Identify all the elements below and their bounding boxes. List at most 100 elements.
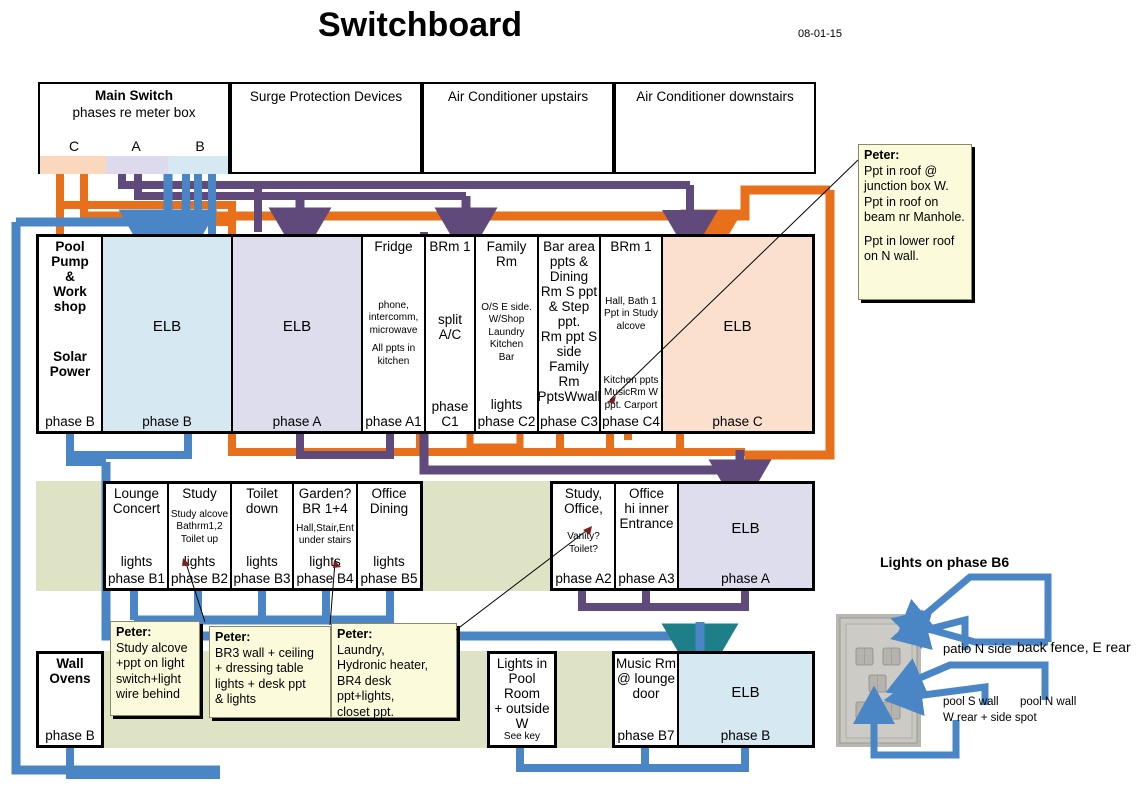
cell-body: [539, 404, 599, 414]
phase-label: phase C2: [477, 414, 536, 429]
phase-label: phase A1: [365, 414, 422, 429]
elb-label: ELB: [731, 520, 760, 537]
row3-music-cells: Music Rm @ lounge door phase B7 ELB phase B: [614, 653, 813, 746]
cell-body: phone, intercomm, microwave All ppts in kitc…: [368, 299, 419, 367]
switchboard-diagram: Switchboard 08-01-15 Main Switch phases …: [0, 0, 1140, 789]
ac-downstairs-label: Air Conditioner downstairs: [636, 89, 794, 104]
cell-body: Vanity? Toilet?: [567, 531, 600, 555]
phase-label: phase A: [272, 414, 322, 429]
cell-subfooter: lights: [120, 554, 153, 569]
cell-heading: Music Rm @ lounge door: [616, 656, 676, 701]
row3-poolroom-cell: Lights inPool Room+ outside WSee key phas…: [489, 653, 555, 746]
note-study: Peter: Study alcove +ppt on light switch+li…: [110, 621, 200, 716]
callout-pool-n-wall: pool N wall: [1020, 696, 1077, 708]
elb-label: ELB: [282, 318, 312, 335]
phase-label: phase B5: [360, 571, 418, 586]
circuit-cell: BRm 1 Hall, Bath 1 Ppt in Study alcove Kitch…: [600, 236, 662, 432]
note-laundry: Peter: Laundry, Hydronic heater, BR4 desk p…: [331, 623, 457, 719]
circuit-cell: ELB phase A: [232, 236, 362, 432]
phase-label: phase B3: [233, 571, 291, 586]
cell-heading: Office hi inner Entrance: [619, 486, 674, 531]
circuit-cell: Toilet down lights phase B3: [231, 483, 293, 589]
circuit-cell: Office hi inner Entrance phase A3: [615, 483, 678, 589]
phase-label: phase A3: [618, 571, 675, 586]
phase-letter-a: A: [131, 138, 141, 154]
circuit-cell: Garden? BR 1+4 Hall,Stair,Ent under stairs l…: [293, 483, 357, 589]
circuit-cell: Pool Pump & Work shop Solar Power phase B: [38, 236, 102, 432]
lights-panel-arrows: [853, 573, 1052, 759]
cell-body: [358, 516, 420, 554]
callout-w-rear: W rear + side spot: [943, 712, 1037, 724]
phase-strip-c: [40, 156, 106, 174]
cell-heading: Fridge: [374, 239, 413, 254]
circuit-cell: ELB phase C: [662, 236, 813, 432]
elb-label: ELB: [152, 318, 182, 335]
circuit-cell: Study, Office, Vanity? Toilet? phase A2: [552, 483, 615, 589]
cell-heading: Study: [182, 486, 217, 501]
cell-heading: Study, Office,: [564, 486, 603, 516]
phase-letter-c: C: [68, 138, 80, 154]
cell-body: [106, 516, 167, 554]
circuit-cell: ELB phase B: [102, 236, 232, 432]
phase-label: phase B7: [617, 728, 675, 743]
cell-subfooter: lights: [490, 397, 523, 412]
circuit-cell: Music Rm @ lounge door phase B7: [614, 653, 678, 746]
cell-body: [615, 701, 677, 728]
phase-strip-b: [168, 156, 228, 174]
note-br3: Peter: BR3 wall + ceiling + dressing table…: [209, 626, 331, 718]
phase-label: phase A2: [555, 571, 612, 586]
phase-label: phase C: [712, 414, 763, 429]
phase-label: phase B1: [107, 571, 166, 586]
circuit-cell: Lights inPool Room+ outside WSee key phas…: [489, 653, 555, 746]
circuit-cell: Bar area ppts & Dining Rm S ppt & Step ppt. Rm…: [538, 236, 600, 432]
callout-back-fence: back fence, E rear: [1017, 639, 1131, 655]
cell-body: Hall,Stair,Ent under stairs: [296, 522, 354, 547]
phase-label: phase B: [45, 728, 95, 743]
circuit-cell: Fridge phone, intercomm, microwave All ppts …: [362, 236, 425, 432]
circuit-cell: ELB phase A: [678, 483, 813, 589]
note-body: Study alcove +ppt on light switch+light wir…: [116, 640, 188, 702]
cell-subfooter: lights: [373, 554, 405, 569]
callout-patio: patio N side: [943, 641, 1012, 656]
cell-body: Study alcove Bathrm1,2 Toilet up: [170, 508, 229, 545]
cell-heading: BRm 1: [610, 239, 652, 254]
main-switch-subtitle: phases re meter box: [72, 105, 196, 120]
phase-letter-b: B: [195, 138, 205, 154]
circuit-cell: Family Rm O/S E side. W/Shop Laundry Kitchen…: [475, 236, 538, 432]
note-body: Ppt in roof @ junction box W. Ppt in roof …: [864, 163, 965, 264]
phase-label: phase B4: [296, 571, 354, 586]
cell-heading: Lounge Concert: [112, 486, 161, 516]
cell-subfooter: lights: [309, 554, 341, 569]
note-body: BR3 wall + ceiling + dressing table lights…: [215, 645, 315, 707]
phase-label: phase B: [720, 728, 771, 743]
callout-pool-s-wall: pool S wall: [943, 696, 999, 708]
phase-label: phase B2: [170, 571, 229, 586]
circuit-cell: Study Study alcove Bathrm1,2 Toilet up light…: [168, 483, 231, 589]
cell-body: O/S E side. W/Shop Laundry Kitchen Bar: [481, 301, 532, 363]
cell-heading: Office Dining: [369, 486, 409, 516]
note-author: Peter:: [215, 630, 251, 644]
ac-upstairs-box: Air Conditioner upstairs: [422, 82, 614, 174]
circuit-cell: Lounge Concert lights phase B1: [105, 483, 168, 589]
circuit-cell: ELB phase B: [678, 653, 813, 746]
note-author: Peter:: [337, 627, 373, 641]
cell-heading: BRm 1: [429, 239, 471, 254]
row3-walloven-cell: Wall Ovens phase B: [38, 653, 102, 746]
elb-label: ELB: [723, 318, 752, 335]
cell-heading: Wall Ovens: [49, 656, 91, 686]
surge-protection-box: Surge Protection Devices: [230, 82, 422, 174]
ac-upstairs-label: Air Conditioner upstairs: [447, 89, 589, 104]
cell-body: Solar Power: [49, 349, 91, 379]
circuit-cell: Office Dining lights phase B5: [357, 483, 421, 589]
main-switch-title: Main Switch: [94, 88, 173, 103]
cell-body: [39, 686, 101, 728]
phase-strip-a: [106, 156, 168, 174]
phase-letters: C A B: [40, 138, 228, 158]
cell-body: split A/C: [437, 311, 462, 342]
cell-heading: Toilet down: [245, 486, 279, 516]
note-author: Peter:: [116, 625, 152, 639]
ac-downstairs-box: Air Conditioner downstairs: [614, 82, 816, 174]
cell-body: See key: [503, 731, 541, 742]
cell-heading: Garden? BR 1+4: [298, 486, 352, 516]
note-roof: Peter: Ppt in roof @ junction box W. Ppt in…: [858, 144, 972, 300]
